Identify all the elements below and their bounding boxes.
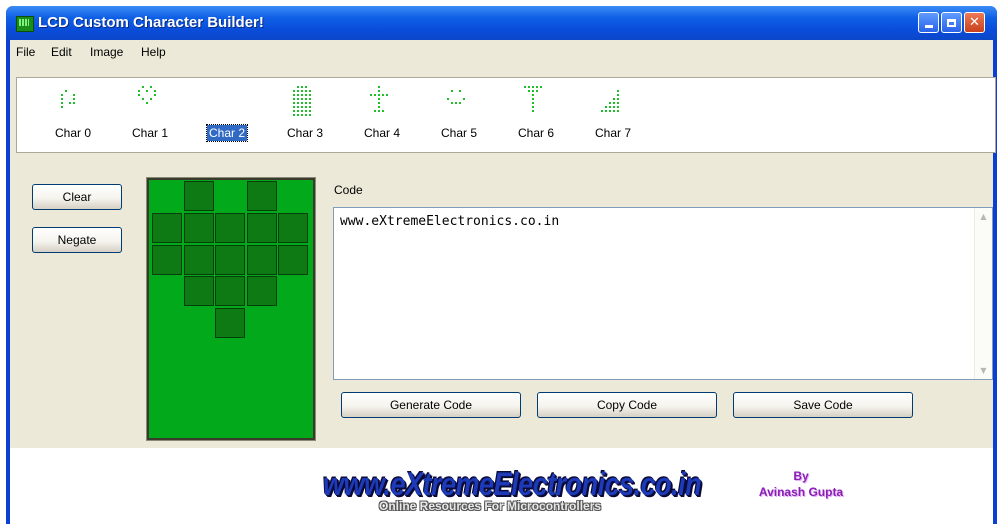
char-preview-icon — [61, 86, 81, 120]
logo-main-text: www.eXtremeElectronics.co.in — [323, 466, 702, 502]
char-preview-icon — [293, 86, 313, 120]
char-preview-icon — [447, 86, 467, 120]
char-label: Char 5 — [440, 126, 478, 140]
menu-file[interactable]: File — [16, 45, 35, 59]
lcd-pixel-on[interactable] — [152, 212, 182, 243]
scroll-down-icon[interactable]: ▼ — [976, 363, 991, 378]
clear-button[interactable]: Clear — [32, 184, 122, 210]
copy-code-button[interactable]: Copy Code — [537, 392, 717, 418]
site-logo[interactable]: www.eXtremeElectronics.co.in Online Reso… — [323, 466, 703, 514]
author-by: By — [793, 469, 809, 483]
author-credit: By Avinash Gupta — [746, 468, 856, 500]
lcd-pixel-on[interactable] — [215, 244, 246, 275]
char-label: Char 0 — [54, 126, 92, 140]
lcd-pixel-on[interactable] — [246, 212, 277, 243]
code-textarea[interactable]: www.eXtremeElectronics.co.in ▲ ▼ — [333, 207, 993, 380]
menu-help[interactable]: Help — [141, 45, 166, 59]
maximize-icon — [947, 18, 956, 27]
lcd-pixel-on[interactable] — [246, 181, 277, 211]
char-slot-6[interactable]: Char 6 — [506, 86, 566, 148]
generate-code-button[interactable]: Generate Code — [341, 392, 521, 418]
menu-image[interactable]: Image — [90, 45, 123, 59]
char-slot-0[interactable]: Char 0 — [43, 86, 103, 148]
lcd-pixel-on[interactable] — [152, 244, 182, 275]
footer-banner: www.eXtremeElectronics.co.in Online Reso… — [10, 448, 993, 524]
char-slot-5[interactable]: Char 5 — [429, 86, 489, 148]
lcd-pixel-on[interactable] — [183, 181, 214, 211]
maximize-button[interactable] — [941, 12, 962, 33]
char-preview-icon — [370, 86, 390, 120]
window-title: LCD Custom Character Builder! — [38, 14, 264, 31]
minimize-icon — [924, 25, 933, 28]
character-tray: Char 0 Char 1 Char 2 Char 3 Char 4 Char 5 Char… — [16, 77, 996, 153]
char-label: Char 1 — [131, 126, 169, 140]
lcd-pixel-on[interactable] — [278, 244, 309, 275]
client-area: File Edit Image Help Char 0 Char 1 Char 2C… — [10, 40, 996, 524]
scroll-up-icon[interactable]: ▲ — [976, 209, 991, 224]
char-slot-1[interactable]: Char 1 — [120, 86, 180, 148]
negate-button[interactable]: Negate — [32, 227, 122, 253]
char-label: Char 2 — [205, 124, 249, 142]
lcd-pixel-on[interactable] — [215, 308, 246, 339]
lcd-pixel-on[interactable] — [246, 244, 277, 275]
menu-edit[interactable]: Edit — [51, 45, 72, 59]
lcd-pixel-on[interactable] — [215, 276, 246, 307]
lcd-pixel-on[interactable] — [215, 212, 246, 243]
lcd-pixel-on[interactable] — [183, 276, 214, 307]
lcd-pixel-on[interactable] — [278, 212, 309, 243]
minimize-button[interactable] — [918, 12, 939, 33]
char-preview-icon — [601, 86, 621, 120]
app-window: LCD Custom Character Builder! ✕ File Edi… — [6, 6, 997, 524]
menu-bar: File Edit Image Help — [10, 40, 993, 62]
char-slot-4[interactable]: Char 4 — [352, 86, 412, 148]
lcd-pixel-on[interactable] — [183, 244, 214, 275]
char-slot-7[interactable]: Char 7 — [583, 86, 643, 148]
char-preview-icon — [138, 86, 158, 120]
code-text: www.eXtremeElectronics.co.in — [340, 214, 560, 229]
char-label: Char 6 — [517, 126, 555, 140]
char-preview-icon — [215, 86, 235, 120]
lcd-pixel-on[interactable] — [183, 212, 214, 243]
code-scrollbar[interactable]: ▲ ▼ — [974, 208, 992, 379]
close-icon: ✕ — [969, 15, 980, 30]
lcd-app-icon — [16, 16, 34, 32]
save-code-button[interactable]: Save Code — [733, 392, 913, 418]
lcd-pixel-on[interactable] — [246, 276, 277, 307]
logo-tagline: Online Resources For Microcontrollers — [379, 499, 602, 513]
char-preview-icon — [524, 86, 544, 120]
pixel-editor-grid[interactable] — [146, 177, 316, 441]
code-label: Code — [334, 183, 363, 197]
char-slot-2[interactable]: Char 2 — [197, 86, 257, 148]
char-slot-3[interactable]: Char 3 — [275, 86, 335, 148]
char-label: Char 4 — [363, 126, 401, 140]
char-label: Char 7 — [594, 126, 632, 140]
title-bar[interactable]: LCD Custom Character Builder! ✕ — [6, 6, 997, 40]
char-label: Char 3 — [286, 126, 324, 140]
close-button[interactable]: ✕ — [964, 12, 985, 33]
author-name: Avinash Gupta — [758, 485, 844, 499]
